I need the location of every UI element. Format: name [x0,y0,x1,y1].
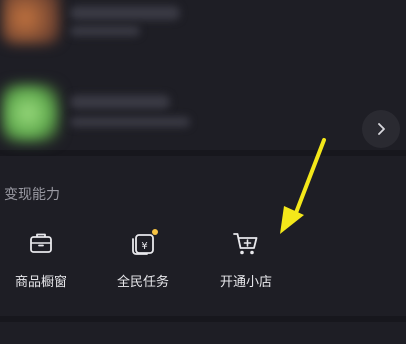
next-button[interactable] [362,110,400,148]
blurred-text [70,6,180,20]
task-icon: ¥ [132,229,158,255]
feature-label: 开通小店 [219,275,272,290]
feature-label: 全民任务 [116,275,169,290]
blurred-text [70,95,170,109]
content-card [0,0,406,150]
section-title: 变现能力 [4,187,60,203]
blurred-thumbnail[interactable] [2,84,60,142]
annotation-arrow-icon [280,138,326,234]
notification-dot [152,229,158,235]
blurred-thumbnail[interactable] [2,0,60,44]
chevron-right-icon [378,123,385,135]
feature-label: 商品橱窗 [14,275,67,290]
product-showcase-button[interactable]: 商品橱窗 [0,229,86,293]
cart-add-icon [233,233,258,255]
all-tasks-button[interactable]: ¥ 全民任务 [98,229,188,293]
svg-text:¥: ¥ [141,241,147,252]
blurred-text [70,117,190,127]
monetization-section: 变现能力 商品橱窗 ¥ 全民任务 开通小店 [0,156,406,316]
content-card-bottom [0,322,406,344]
blurred-text [70,26,140,36]
storefront-icon [30,233,52,253]
